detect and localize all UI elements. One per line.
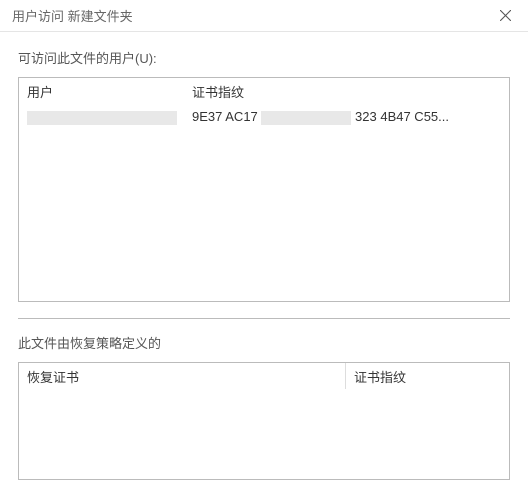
redacted-text: . (27, 111, 177, 125)
table-row[interactable]: . 9E37 AC17 . 323 4B47 C55... (19, 104, 509, 130)
titlebar: 用户访问 新建文件夹 (0, 0, 528, 32)
dialog-content: 可访问此文件的用户(U): 用户 证书指纹 . 9E37 AC17 . 323 … (0, 32, 528, 480)
column-header-recovery-cert[interactable]: 恢复证书 (19, 367, 345, 386)
fingerprint-part-2: 323 4B47 C55... (355, 109, 449, 124)
recovery-section-label: 此文件由恢复策略定义的 (18, 333, 510, 352)
users-listbox[interactable]: 用户 证书指纹 . 9E37 AC17 . 323 4B47 C55... (18, 77, 510, 302)
column-header-user[interactable]: 用户 (19, 82, 184, 101)
redacted-text: . (261, 111, 351, 125)
users-list-body: . 9E37 AC17 . 323 4B47 C55... (19, 104, 509, 130)
cell-user: . (19, 109, 184, 125)
close-button[interactable] (492, 3, 518, 29)
fingerprint-part-1: 9E37 AC17 (192, 109, 258, 124)
section-divider (18, 318, 510, 319)
recovery-list-header: 恢复证书 证书指纹 (19, 363, 509, 389)
column-header-recovery-fingerprint[interactable]: 证书指纹 (345, 363, 509, 389)
users-section-label: 可访问此文件的用户(U): (18, 48, 510, 67)
window-title: 用户访问 新建文件夹 (12, 6, 133, 25)
users-list-header: 用户 证书指纹 (19, 78, 509, 104)
column-header-fingerprint[interactable]: 证书指纹 (184, 82, 509, 101)
recovery-listbox[interactable]: 恢复证书 证书指纹 (18, 362, 510, 480)
cell-fingerprint: 9E37 AC17 . 323 4B47 C55... (184, 109, 509, 125)
close-icon (500, 10, 511, 21)
